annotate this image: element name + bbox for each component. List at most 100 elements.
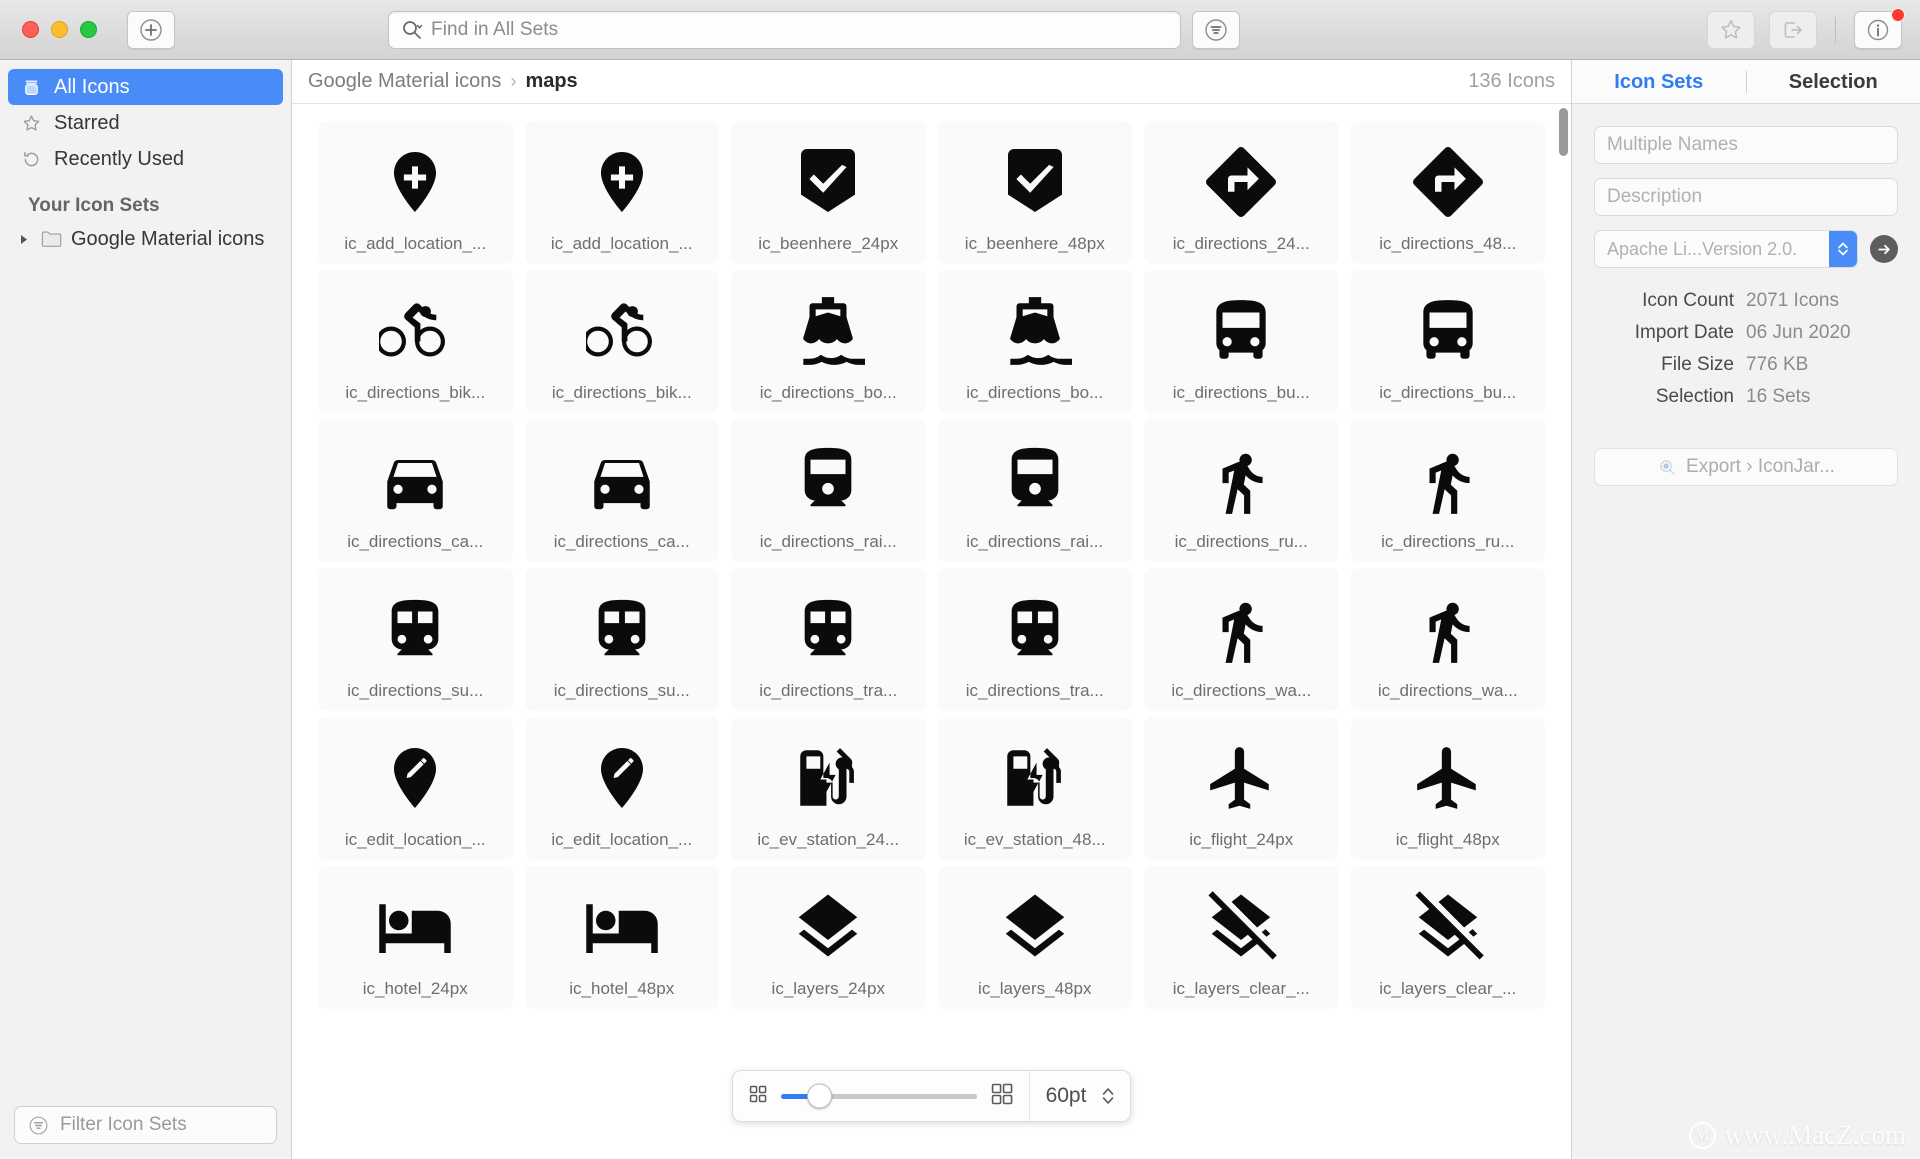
icon-size-slider[interactable]	[780, 1083, 977, 1109]
icon-cell[interactable]: ic_flight_24px	[1144, 717, 1339, 860]
traffic-light-buttons	[0, 21, 97, 38]
icon-cell-label: ic_directions_tra...	[759, 681, 898, 700]
breadcrumb-root[interactable]: Google Material icons	[308, 70, 501, 93]
minimize-window-button[interactable]	[51, 21, 68, 38]
export-toolbar-button[interactable]	[1769, 10, 1817, 49]
icon-cell[interactable]: ic_directions_bu...	[1144, 270, 1339, 413]
icon-cell-label: ic_directions_bo...	[759, 383, 897, 402]
sidebar-item-label: All Icons	[54, 75, 130, 98]
icon-cell[interactable]: ic_flight_48px	[1350, 717, 1545, 860]
stepper-icon[interactable]	[1100, 1084, 1116, 1108]
icon-cell-label: ic_add_location_...	[344, 234, 487, 253]
icon-cell[interactable]: ic_directions_ca...	[524, 419, 719, 562]
license-row: Apache Li...Version 2.0.	[1594, 230, 1898, 268]
sidebar-item-recently-used[interactable]: Recently Used	[8, 141, 283, 177]
icon-cell[interactable]: ic_directions_rai...	[937, 419, 1132, 562]
grid-large-icon[interactable]	[989, 1081, 1015, 1112]
icon-cell-label: ic_add_location_...	[550, 234, 693, 253]
icon-cell[interactable]: ic_add_location_...	[318, 121, 513, 264]
set-name-input[interactable]: Multiple Names	[1594, 126, 1898, 164]
icon-cell[interactable]: ic_directions_rai...	[731, 419, 926, 562]
beenhere-icon	[944, 135, 1127, 228]
icon-cell[interactable]: ic_edit_location_...	[318, 717, 513, 860]
sidebar-group-title: Your Icon Sets	[28, 195, 160, 216]
set-description-placeholder: Description	[1607, 186, 1703, 207]
search-placeholder: Find in All Sets	[431, 18, 559, 40]
icon-cell[interactable]: ic_directions_bu...	[1350, 270, 1545, 413]
car-icon	[324, 433, 507, 526]
icon-size-slider-group	[733, 1081, 1029, 1112]
icon-cell-label: ic_directions_ca...	[347, 532, 484, 551]
icon-cell[interactable]: ic_directions_48...	[1350, 121, 1545, 264]
icon-cell[interactable]: ic_directions_tra...	[731, 568, 926, 711]
filter-icon-sets-input[interactable]: Filter Icon Sets	[14, 1106, 277, 1144]
icon-cell-label: ic_directions_rai...	[966, 532, 1104, 551]
add-icon-set-button[interactable]	[127, 10, 175, 49]
directions-icon	[1357, 135, 1540, 228]
icon-cell[interactable]: ic_hotel_24px	[318, 866, 513, 1009]
license-stepper-icon[interactable]	[1829, 231, 1857, 267]
icon-cell[interactable]: ic_beenhere_24px	[731, 121, 926, 264]
set-description-input[interactable]: Description	[1594, 178, 1898, 216]
search-field-wrapper[interactable]: Find in All Sets	[388, 10, 1181, 49]
tab-selection[interactable]: Selection	[1747, 60, 1920, 104]
icon-cell[interactable]: ic_directions_wa...	[1350, 568, 1545, 711]
license-select[interactable]: Apache Li...Version 2.0.	[1594, 230, 1858, 268]
sidebar-item-google-material-icons[interactable]: Google Material icons	[8, 221, 283, 257]
maximize-window-button[interactable]	[80, 21, 97, 38]
icon-cell[interactable]: ic_directions_bik...	[524, 270, 719, 413]
hotel-icon	[324, 880, 507, 973]
metadata-value: 2071 Icons	[1746, 290, 1839, 311]
close-window-button[interactable]	[22, 21, 39, 38]
chevron-right-icon[interactable]	[16, 233, 32, 246]
icon-cell[interactable]: ic_directions_tra...	[937, 568, 1132, 711]
icon-cell[interactable]: ic_directions_24...	[1144, 121, 1339, 264]
grid-small-icon[interactable]	[747, 1083, 769, 1110]
export-button-label: Export › IconJar...	[1686, 456, 1835, 477]
icon-cell[interactable]: ic_directions_wa...	[1144, 568, 1339, 711]
icon-cell[interactable]: ic_directions_bik...	[318, 270, 513, 413]
icon-count-label: 136 Icons	[1468, 70, 1555, 92]
icon-cell-label: ic_directions_bu...	[1172, 383, 1310, 402]
icon-cell[interactable]: ic_ev_station_24...	[731, 717, 926, 860]
license-open-button[interactable]	[1870, 235, 1898, 263]
icon-cell[interactable]: ic_layers_48px	[937, 866, 1132, 1009]
icon-cell[interactable]: ic_directions_su...	[524, 568, 719, 711]
icon-cell[interactable]: ic_edit_location_...	[524, 717, 719, 860]
icon-cell-label: ic_directions_ca...	[553, 532, 690, 551]
star-toolbar-button[interactable]	[1707, 10, 1755, 49]
icon-cell[interactable]: ic_directions_ca...	[318, 419, 513, 562]
breadcrumb-bar: Google Material icons › maps 136 Icons	[292, 60, 1571, 104]
export-button[interactable]: Export › IconJar...	[1594, 448, 1898, 486]
search-input[interactable]: Find in All Sets	[388, 10, 1181, 49]
ev-station-icon	[944, 731, 1127, 824]
toolbar-filter-button[interactable]	[1192, 10, 1240, 49]
info-toolbar-button[interactable]	[1854, 7, 1905, 49]
tab-icon-sets[interactable]: Icon Sets	[1572, 60, 1746, 104]
icon-cell[interactable]: ic_layers_24px	[731, 866, 926, 1009]
icon-cell[interactable]: ic_ev_station_48...	[937, 717, 1132, 860]
ev-station-icon	[737, 731, 920, 824]
flight-icon	[1357, 731, 1540, 824]
icon-grid-scroll[interactable]: ic_add_location_... ic_add_location_... ic…	[292, 104, 1571, 1159]
sidebar-item-starred[interactable]: Starred	[8, 105, 283, 141]
watermark-text: www.MacZ.com	[1724, 1120, 1906, 1150]
icon-cell[interactable]: ic_hotel_48px	[524, 866, 719, 1009]
sidebar-item-all-icons[interactable]: All Icons	[8, 69, 283, 105]
icon-cell[interactable]: ic_directions_ru...	[1350, 419, 1545, 562]
layers-clear-icon	[1357, 880, 1540, 973]
bike-icon	[531, 284, 714, 377]
icon-cell[interactable]: ic_add_location_...	[524, 121, 719, 264]
icon-cell[interactable]: ic_directions_su...	[318, 568, 513, 711]
slider-knob[interactable]	[806, 1083, 832, 1109]
icon-cell[interactable]: ic_layers_clear_...	[1350, 866, 1545, 1009]
vertical-scrollbar[interactable]	[1559, 108, 1568, 156]
icon-cell[interactable]: ic_beenhere_48px	[937, 121, 1132, 264]
pin-add-icon	[324, 135, 507, 228]
metadata-row: Icon Count 2071 Icons	[1594, 290, 1898, 312]
icon-cell[interactable]: ic_directions_bo...	[937, 270, 1132, 413]
icon-cell[interactable]: ic_directions_ru...	[1144, 419, 1339, 562]
icon-cell[interactable]: ic_layers_clear_...	[1144, 866, 1339, 1009]
icon-cell[interactable]: ic_directions_bo...	[731, 270, 926, 413]
toolbar-right-group	[1707, 7, 1905, 49]
